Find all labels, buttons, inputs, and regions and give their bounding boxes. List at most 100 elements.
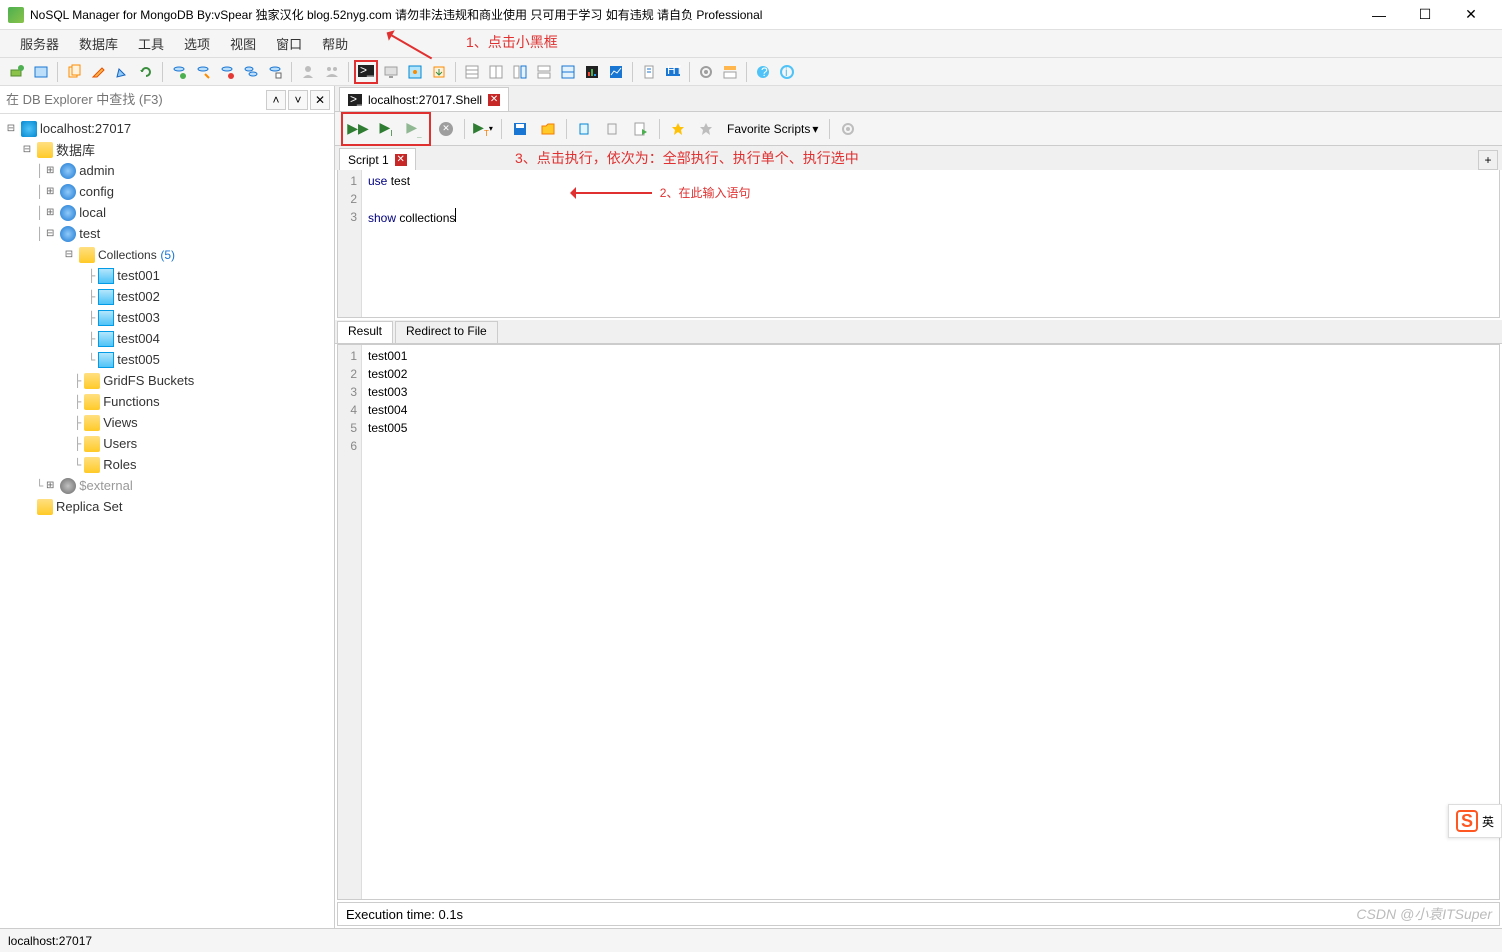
tree-coll[interactable]: test002 [117,289,160,304]
result-tab[interactable]: Result [337,321,393,343]
favorite-remove-button[interactable] [693,116,719,142]
tb-refresh-icon[interactable] [135,61,157,83]
editor-code[interactable]: use test show collections 2、在此输入语句 [362,170,1499,317]
ime-indicator[interactable]: S 英 [1448,804,1502,838]
tree-server[interactable]: localhost:27017 [40,121,131,136]
db-tree[interactable]: localhost:27017 数据库 │admin │config │loca… [0,114,334,928]
tb-layout-icon[interactable] [719,61,741,83]
tb-grid2-icon[interactable] [485,61,507,83]
close-button[interactable]: ✕ [1448,0,1494,30]
tree-toggle[interactable] [43,164,57,178]
tree-toggle[interactable] [43,479,57,493]
status-connection: localhost:27017 [8,934,92,948]
shell-settings-button[interactable] [835,116,861,142]
tb-user-icon[interactable] [297,61,319,83]
stop-button[interactable]: ✕ [433,116,459,142]
tree-toggle[interactable] [62,248,76,262]
menu-help[interactable]: 帮助 [312,30,358,57]
favorite-add-button[interactable] [665,116,691,142]
menu-database[interactable]: 数据库 [69,30,128,57]
tb-perf-icon[interactable] [605,61,627,83]
result-panel[interactable]: 123456 test001 test002 test003 test004 t… [337,344,1500,900]
tree-roles[interactable]: Roles [103,457,136,472]
window-title: NoSQL Manager for MongoDB By:vSpear 独家汉化… [30,6,1356,23]
tree-functions[interactable]: Functions [103,394,159,409]
shell-tab[interactable]: >_ localhost:27017.Shell ✕ [339,87,509,111]
tree-toggle[interactable] [43,185,57,199]
tb-grid5-icon[interactable] [557,61,579,83]
tb-shell-icon[interactable]: >_ [354,60,378,84]
tb-settings-icon[interactable] [695,61,717,83]
tab-close-button[interactable]: ✕ [488,94,500,106]
tree-replica[interactable]: Replica Set [56,499,122,514]
folder-icon [84,436,100,452]
tree-toggle[interactable] [20,143,34,157]
execute-selection-button[interactable]: ▶_ [401,116,427,142]
tb-map-icon[interactable] [404,61,426,83]
tb-grid1-icon[interactable] [461,61,483,83]
save-button[interactable] [507,116,533,142]
tree-db-config[interactable]: config [79,184,114,199]
tb-about-icon[interactable]: i [776,61,798,83]
tree-db-folder[interactable]: 数据库 [56,140,95,159]
tb-copy-icon[interactable] [63,61,85,83]
copy-result-button[interactable] [572,116,598,142]
tb-db-script-icon[interactable] [264,61,286,83]
tb-grid3-icon[interactable] [509,61,531,83]
tb-edit-icon[interactable] [87,61,109,83]
tb-db-edit-icon[interactable] [192,61,214,83]
tree-db-test[interactable]: test [79,226,100,241]
tree-views[interactable]: Views [103,415,137,430]
tree-collections[interactable]: Collections (5) [98,247,175,262]
menu-view[interactable]: 视图 [220,30,266,57]
tree-toggle[interactable] [43,206,57,220]
tb-users-icon[interactable] [321,61,343,83]
tb-monitor-icon[interactable] [380,61,402,83]
tree-coll[interactable]: test004 [117,331,160,346]
tree-coll[interactable]: test003 [117,310,160,325]
tree-toggle[interactable] [4,122,18,136]
tb-doc-icon[interactable] [638,61,660,83]
favorite-scripts-dropdown[interactable]: Favorite Scripts▾ [721,122,824,136]
add-script-tab-button[interactable]: + [1478,150,1498,170]
tb-server-icon[interactable] [30,61,52,83]
tb-db-copy-icon[interactable] [240,61,262,83]
open-button[interactable] [535,116,561,142]
tree-gridfs[interactable]: GridFS Buckets [103,373,194,388]
tree-toggle[interactable] [43,227,57,241]
execute-all-button[interactable]: ▶▶ [345,116,371,142]
execute-cursor-button[interactable]: ▶T▾ [470,116,496,142]
tree-db-admin[interactable]: admin [79,163,114,178]
tb-chart-icon[interactable] [581,61,603,83]
maximize-button[interactable]: ☐ [1402,0,1448,30]
menu-window[interactable]: 窗口 [266,30,312,57]
tb-http-icon[interactable]: HTTP [662,61,684,83]
tb-import-icon[interactable] [428,61,450,83]
execute-single-button[interactable]: ▶I [373,116,399,142]
tree-coll[interactable]: test005 [117,352,160,367]
paste-button[interactable] [600,116,626,142]
tb-db-del-icon[interactable] [216,61,238,83]
tree-external[interactable]: $external [79,478,132,493]
tb-pick-icon[interactable] [111,61,133,83]
tb-help-icon[interactable]: ? [752,61,774,83]
menu-tools[interactable]: 工具 [128,30,174,57]
minimize-button[interactable]: — [1356,0,1402,30]
redirect-tab[interactable]: Redirect to File [395,321,498,343]
tree-coll[interactable]: test001 [117,268,160,283]
menu-server[interactable]: 服务器 [10,30,69,57]
script-tab-close[interactable]: ✕ [395,154,407,166]
menu-options[interactable]: 选项 [174,30,220,57]
tb-db-add-icon[interactable] [168,61,190,83]
tb-new-server-icon[interactable] [6,61,28,83]
search-up-button[interactable]: ˄ [266,90,286,110]
script-tab-1[interactable]: Script 1 ✕ [339,148,416,170]
search-down-button[interactable]: ˅ [288,90,308,110]
tb-grid4-icon[interactable] [533,61,555,83]
run-script-button[interactable] [628,116,654,142]
tree-db-local[interactable]: local [79,205,106,220]
search-input[interactable] [4,90,264,109]
tree-users[interactable]: Users [103,436,137,451]
script-editor[interactable]: 1 2 3 use test show collections 2、在此输入语句 [337,170,1500,318]
search-close-button[interactable]: ✕ [310,90,330,110]
